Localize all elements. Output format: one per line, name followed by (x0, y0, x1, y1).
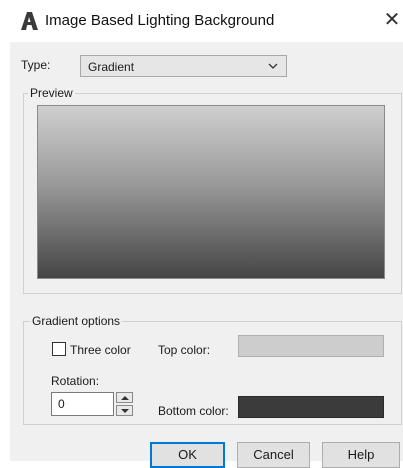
three-color-checkbox[interactable] (52, 342, 66, 356)
gradient-options-label: Gradient options (30, 314, 123, 328)
gradient-preview (37, 105, 385, 279)
top-color-label: Top color: (158, 343, 211, 357)
rotation-spinner (116, 392, 133, 416)
type-dropdown[interactable]: Gradient (80, 55, 287, 77)
triangle-up-icon (121, 396, 129, 400)
close-icon[interactable]: ✕ (382, 9, 402, 31)
rotation-input[interactable]: 0 (51, 392, 114, 416)
rotation-down-button[interactable] (116, 405, 133, 416)
ok-button[interactable]: OK (150, 442, 225, 468)
bottom-color-label: Bottom color: (158, 404, 229, 418)
type-label: Type: (21, 58, 51, 72)
chevron-down-icon (268, 63, 278, 69)
type-dropdown-value: Gradient (88, 60, 135, 74)
cancel-button[interactable]: Cancel (237, 442, 310, 468)
rotation-label: Rotation: (51, 374, 100, 388)
three-color-label: Three color (70, 343, 131, 357)
title-bar: Image Based Lighting Background ✕ (0, 0, 403, 42)
top-color-swatch[interactable] (238, 335, 384, 357)
rotation-up-button[interactable] (116, 392, 133, 403)
preview-group-label: Preview (28, 86, 75, 100)
help-button[interactable]: Help (322, 442, 400, 468)
autocad-a-icon (21, 12, 38, 30)
rotation-value: 0 (58, 397, 65, 411)
triangle-down-icon (121, 409, 129, 413)
window-title: Image Based Lighting Background (45, 12, 275, 29)
bottom-color-swatch[interactable] (238, 396, 384, 418)
